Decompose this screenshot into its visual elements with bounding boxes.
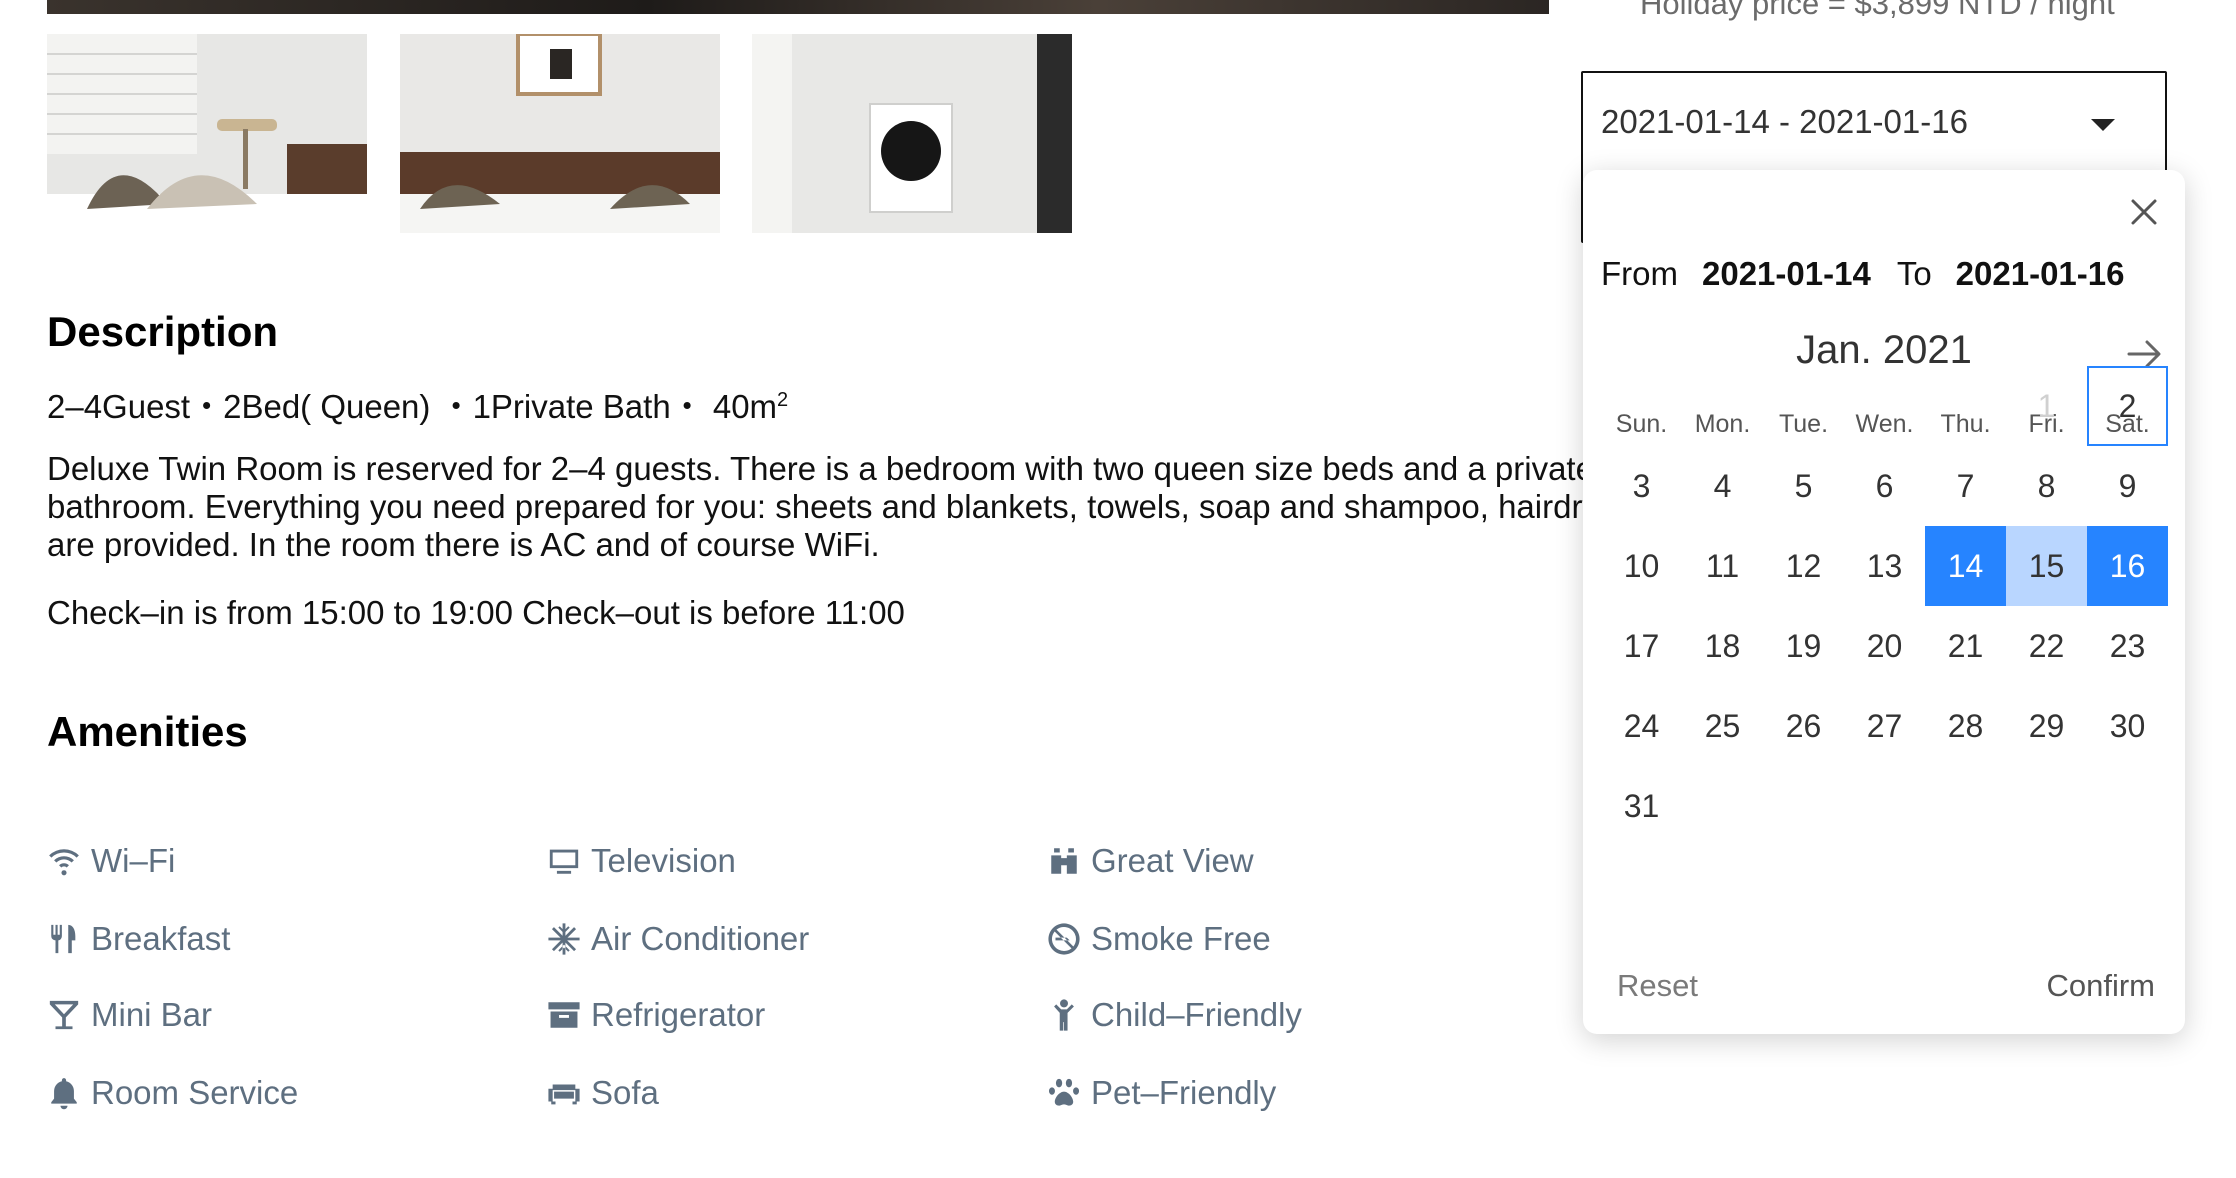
calendar-day-24[interactable]: 24 (1601, 686, 1682, 766)
amenity-label: Breakfast (91, 920, 231, 957)
amenity-child-friendly: Child–Friendly (1047, 996, 1302, 1034)
description-paragraph: Deluxe Twin Room is reserved for 2–4 gue… (47, 450, 1587, 564)
amenity-smoke-free: Smoke Free (1047, 920, 1271, 958)
to-label: To (1896, 255, 1932, 292)
calendar-day-20[interactable]: 20 (1844, 606, 1925, 686)
reset-button[interactable]: Reset (1617, 968, 1698, 1004)
amenity-pet-friendly: Pet–Friendly (1047, 1074, 1276, 1112)
calendar-day-19[interactable]: 19 (1763, 606, 1844, 686)
description-line-3: are provided. In the room there is AC an… (47, 526, 880, 563)
to-date: 2021-01-16 (1955, 255, 2125, 292)
date-picker-popover: From 2021-01-14 To 2021-01-16 Jan. 2021 Sun… (1583, 170, 2185, 1034)
amenity-breakfast: Breakfast (47, 920, 230, 958)
amenity-label: Room Service (91, 1074, 299, 1111)
amenity-great-view: Great View (1047, 842, 1254, 880)
calendar-day-18[interactable]: 18 (1682, 606, 1763, 686)
no-smoking-icon (1047, 921, 1087, 957)
calendar-day-30[interactable]: 30 (2087, 686, 2168, 766)
weekday-label: Thu. (1940, 410, 1991, 438)
amenity-wifi: Wi–Fi (47, 842, 175, 880)
calendar-day-23[interactable]: 23 (2087, 606, 2168, 686)
description-line-1: Deluxe Twin Room is reserved for 2–4 gue… (47, 450, 1587, 487)
amenities-heading: Amenities (47, 708, 248, 755)
archive-box-icon (547, 997, 587, 1033)
calendar-day-9[interactable]: 9 (2087, 446, 2168, 526)
weekday-label: Wen. (1855, 410, 1914, 438)
confirm-button[interactable]: Confirm (2046, 968, 2155, 1004)
holiday-price: Holiday price = $3,899 NTD / night (1640, 0, 2115, 21)
television-icon (547, 843, 587, 879)
snowflake-icon (547, 921, 587, 957)
amenity-label: Air Conditioner (591, 920, 810, 957)
calendar-day-2[interactable]: 2 (2087, 366, 2168, 446)
from-date: 2021-01-14 (1702, 255, 1871, 292)
weekday-label: Mon. (1694, 410, 1751, 438)
square-superscript: 2 (777, 389, 789, 411)
amenity-label: Sofa (591, 1074, 659, 1111)
amenity-label: Great View (1091, 842, 1254, 879)
calendar-day-5[interactable]: 5 (1763, 446, 1844, 526)
hero-photo-bottom-edge (47, 0, 1549, 14)
amenity-label: Smoke Free (1091, 920, 1271, 957)
couch-icon (547, 1075, 587, 1111)
amenity-sofa: Sofa (547, 1074, 659, 1112)
calendar-day-27[interactable]: 27 (1844, 686, 1925, 766)
binoculars-icon (1047, 843, 1087, 879)
checkin-info: Check–in is from 15:00 to 19:00 Check–ou… (47, 594, 905, 631)
child-icon (1047, 997, 1087, 1033)
calendar-day-8[interactable]: 8 (2006, 446, 2087, 526)
weekday-label: Tue. (1778, 410, 1829, 438)
calendar-day-15[interactable]: 15 (2006, 526, 2087, 606)
calendar-day-6[interactable]: 6 (1844, 446, 1925, 526)
bell-icon (47, 1075, 87, 1111)
calendar-day-10[interactable]: 10 (1601, 526, 1682, 606)
amenity-label: Child–Friendly (1091, 996, 1302, 1033)
room-photo-thumbnail-3[interactable] (752, 34, 1072, 233)
utensils-icon (47, 921, 87, 957)
cocktail-icon (47, 997, 87, 1033)
selected-range: From 2021-01-14 To 2021-01-16 (1601, 255, 2124, 293)
amenity-label: Pet–Friendly (1091, 1074, 1277, 1111)
amenity-label: Wi–Fi (91, 842, 176, 879)
calendar-day-22[interactable]: 22 (2006, 606, 2087, 686)
description-line-2: bathroom. Everything you need prepared f… (47, 488, 1587, 525)
from-label: From (1601, 255, 1678, 292)
paw-icon (1047, 1075, 1087, 1111)
calendar-day-3[interactable]: 3 (1601, 446, 1682, 526)
amenity-air-conditioner: Air Conditioner (547, 920, 809, 958)
calendar-day-12[interactable]: 12 (1763, 526, 1844, 606)
date-range-value: 2021-01-14 - 2021-01-16 (1601, 103, 1968, 140)
room-photo-thumbnail-2[interactable] (400, 34, 720, 233)
calendar-day-29[interactable]: 29 (2006, 686, 2087, 766)
room-photo-thumbnail-1[interactable] (47, 34, 367, 233)
amenity-label: Mini Bar (91, 996, 213, 1033)
weekday-label: Sun. (1615, 410, 1668, 438)
calendar-day-28[interactable]: 28 (1925, 686, 2006, 766)
amenity-refrigerator: Refrigerator (547, 996, 765, 1034)
amenity-room-service: Room Service (47, 1074, 298, 1112)
calendar-day-17[interactable]: 17 (1601, 606, 1682, 686)
calendar-day-21[interactable]: 21 (1925, 606, 2006, 686)
room-specs: 2–4Guest・2Bed( Queen) ・1Private Bath・ 40… (47, 380, 788, 428)
calendar-day-7[interactable]: 7 (1925, 446, 2006, 526)
amenity-label: Television (591, 842, 736, 879)
close-button[interactable] (2124, 192, 2164, 232)
amenity-television: Television (547, 842, 736, 880)
calendar-day-31[interactable]: 31 (1601, 766, 1682, 846)
calendar-day-16[interactable]: 16 (2087, 526, 2168, 606)
calendar-day-11[interactable]: 11 (1682, 526, 1763, 606)
calendar-day-1: 1 (2037, 387, 2056, 424)
close-icon (2131, 199, 2157, 225)
calendar-day-4[interactable]: 4 (1682, 446, 1763, 526)
wifi-icon (47, 843, 87, 879)
calendar-day-14[interactable]: 14 (1925, 526, 2006, 606)
amenity-label: Refrigerator (591, 996, 766, 1033)
chevron-down-icon (2091, 119, 2115, 131)
room-specs-text: 2–4Guest・2Bed( Queen) ・1Private Bath・ 40… (47, 388, 778, 425)
calendar-day-25[interactable]: 25 (1682, 686, 1763, 766)
calendar-day-26[interactable]: 26 (1763, 686, 1844, 766)
description-heading: Description (47, 308, 279, 355)
calendar-day-13[interactable]: 13 (1844, 526, 1925, 606)
amenity-mini-bar: Mini Bar (47, 996, 212, 1034)
